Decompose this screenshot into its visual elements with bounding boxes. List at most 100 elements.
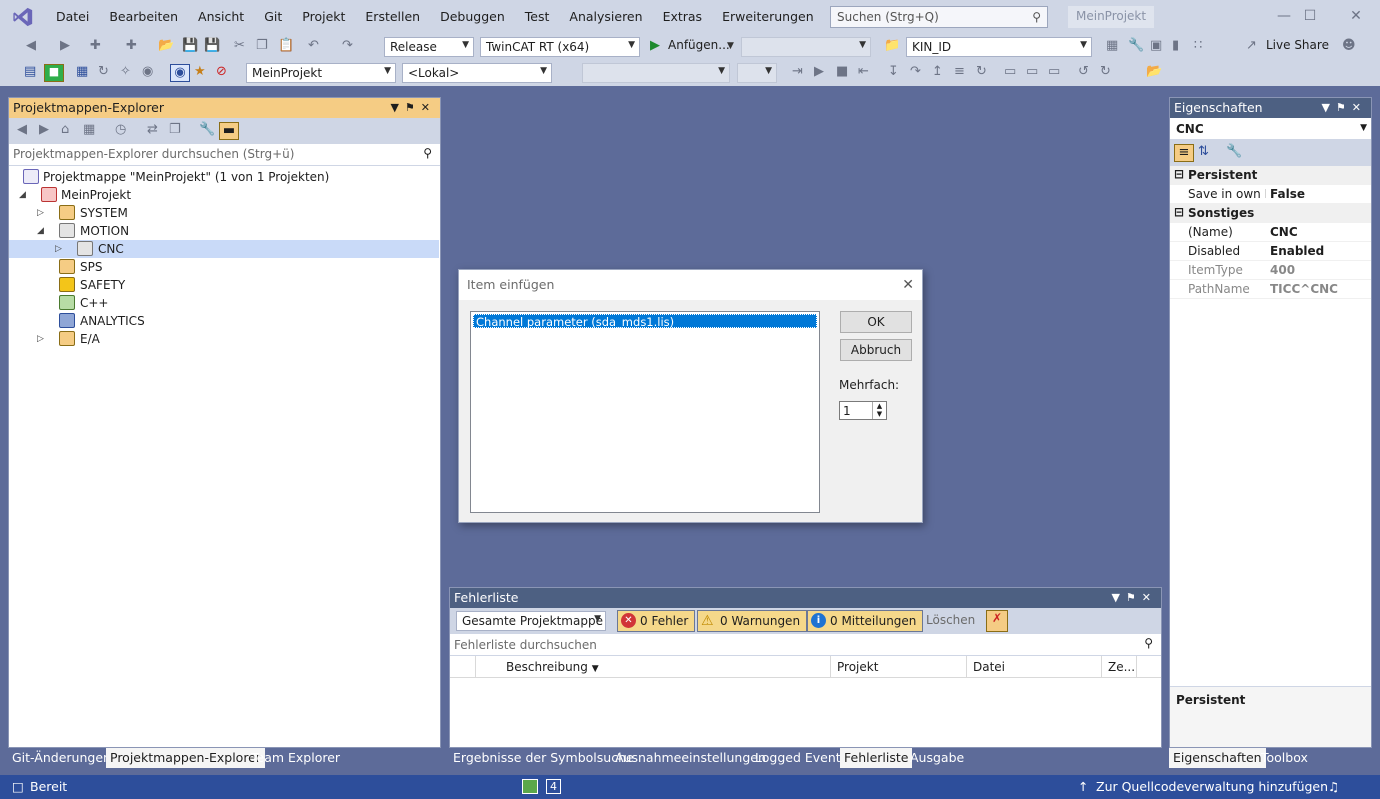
stepper-down-icon[interactable]: ▼: [872, 410, 886, 419]
stepper-up-icon[interactable]: ▲: [872, 402, 886, 410]
expand-arrow-icon[interactable]: ▷: [37, 204, 44, 222]
tab-logged-events[interactable]: Logged Events: [751, 748, 851, 768]
sync-icon[interactable]: ⇄: [147, 122, 158, 140]
live-share-button[interactable]: Live Share: [1266, 38, 1329, 56]
tab-git-changes[interactable]: Git-Änderungen: [8, 748, 115, 768]
menu-erweiterungen[interactable]: Erweiterungen: [712, 0, 824, 34]
property-row[interactable]: ItemType 400: [1170, 261, 1371, 280]
property-category-persistent[interactable]: ⊟ Persistent: [1170, 166, 1371, 185]
save-all-icon[interactable]: 💾: [204, 38, 220, 56]
project-select[interactable]: MeinProjekt ▼: [246, 63, 396, 83]
local-select[interactable]: <Lokal> ▼: [402, 63, 552, 83]
chevron-down-icon[interactable]: ▼: [727, 41, 734, 59]
add-to-source-control-button[interactable]: Zur Quellcodeverwaltung hinzufügen: [1096, 775, 1328, 799]
menu-projekt[interactable]: Projekt: [292, 0, 355, 34]
menu-ansicht[interactable]: Ansicht: [188, 0, 254, 34]
menu-debuggen[interactable]: Debuggen: [430, 0, 515, 34]
logout-icon[interactable]: ⊘: [216, 64, 227, 82]
error-search-input[interactable]: Fehlerliste durchsuchen ⚲: [450, 634, 1161, 656]
target-select[interactable]: KIN_ID ▼: [906, 37, 1092, 57]
clear-button[interactable]: Löschen: [926, 613, 975, 627]
tab-symbol-search[interactable]: Ergebnisse der Symbolsuche: [449, 748, 638, 768]
multiple-stepper[interactable]: 1 ▲ ▼: [839, 401, 887, 420]
undo-icon[interactable]: ↶: [308, 38, 319, 56]
play-icon[interactable]: ▶: [650, 38, 660, 56]
history-icon[interactable]: ◷: [115, 122, 126, 140]
categorized-icon[interactable]: ≡: [1174, 144, 1194, 162]
item-list[interactable]: Channel parameter (sda_mds1.lis): [470, 311, 820, 513]
tab-exception-settings[interactable]: Ausnahmeeinstellungen: [611, 748, 770, 768]
watch-icon[interactable]: ▭: [1004, 64, 1016, 82]
toggle-icon[interactable]: ◉: [142, 64, 153, 82]
tree-item-cpp[interactable]: C++: [9, 294, 439, 312]
column-description[interactable]: Beschreibung ▼: [476, 656, 831, 678]
tree-item-motion[interactable]: ◢ MOTION: [9, 222, 439, 240]
breakpoint-icon[interactable]: ↧: [888, 64, 899, 82]
collapse-arrow-icon[interactable]: ◢: [37, 222, 44, 240]
reset-icon[interactable]: ↻: [976, 64, 987, 82]
warnings-filter-button[interactable]: ⚠ 0 Warnungen: [697, 610, 808, 632]
step-in-icon[interactable]: ⇥: [792, 64, 803, 82]
tab-team-explorer[interactable]: Team Explorer: [247, 748, 344, 768]
tree-item-project[interactable]: ◢ MeinProjekt: [9, 186, 439, 204]
save-icon[interactable]: 💾: [182, 38, 198, 56]
redo-icon[interactable]: ↷: [342, 38, 353, 56]
tree-item-analytics[interactable]: ANALYTICS: [9, 312, 439, 330]
menu-test[interactable]: Test: [515, 0, 560, 34]
wrench-icon[interactable]: 🔧: [1128, 38, 1144, 56]
property-row[interactable]: Save in own Fil False: [1170, 185, 1371, 204]
search-input[interactable]: Suchen (Strg+Q) ⚲: [830, 6, 1048, 28]
watch-2-icon[interactable]: ▭: [1026, 64, 1038, 82]
maximize-icon[interactable]: ☐: [1300, 8, 1320, 26]
copy-icon[interactable]: ❐: [256, 38, 268, 56]
home-icon[interactable]: ⌂: [61, 122, 69, 140]
monitor-icon[interactable]: ▣: [1150, 38, 1162, 56]
tab-solution-explorer[interactable]: Projektmappen-Explorer: [106, 748, 266, 768]
ok-button[interactable]: OK: [840, 311, 912, 333]
panel-controls[interactable]: ▼⚑✕: [1321, 98, 1367, 118]
menu-datei[interactable]: Datei: [46, 0, 99, 34]
step-up-icon[interactable]: ↥: [932, 64, 943, 82]
forward-icon[interactable]: ▶: [60, 38, 70, 56]
continue-icon[interactable]: ▶: [814, 64, 824, 82]
tree-item-cnc[interactable]: ▷ CNC: [9, 240, 439, 258]
rotate-right-icon[interactable]: ↻: [1100, 64, 1111, 82]
cancel-button[interactable]: Abbruch: [840, 339, 912, 361]
menu-bearbeiten[interactable]: Bearbeiten: [99, 0, 188, 34]
menu-erstellen[interactable]: Erstellen: [355, 0, 430, 34]
activate-config-icon[interactable]: ■: [44, 64, 64, 82]
tree-item-safety[interactable]: SAFETY: [9, 276, 439, 294]
column-project[interactable]: Projekt: [831, 656, 967, 678]
restart-icon[interactable]: ↻: [98, 64, 109, 82]
property-row[interactable]: PathName TICC^CNC: [1170, 280, 1371, 299]
login-icon[interactable]: ★: [194, 64, 206, 82]
toolbox-icon[interactable]: ▮: [1172, 38, 1179, 56]
tree-item-solution[interactable]: Projektmappe "MeinProjekt" (1 von 1 Proj…: [9, 168, 439, 186]
tab-error-list[interactable]: Fehlerliste: [840, 748, 913, 768]
watch-3-icon[interactable]: ▭: [1048, 64, 1060, 82]
column-line[interactable]: Ze...: [1102, 656, 1137, 678]
cut-icon[interactable]: ✂: [234, 38, 245, 56]
add-item-icon[interactable]: ✚: [126, 38, 137, 56]
attach-button[interactable]: Anfügen...: [668, 38, 730, 56]
rotate-left-icon[interactable]: ↺: [1078, 64, 1089, 82]
list-item[interactable]: Channel parameter (sda_mds1.lis): [473, 314, 817, 329]
tab-properties[interactable]: Eigenschaften: [1169, 748, 1266, 768]
scope-select[interactable]: Gesamte Projektmappe ▼: [456, 611, 606, 631]
forward-icon[interactable]: ▶: [39, 122, 49, 140]
switch-view-icon[interactable]: ▦: [83, 122, 95, 140]
property-category-misc[interactable]: ⊟ Sonstiges: [1170, 204, 1371, 223]
back-icon[interactable]: ◀: [17, 122, 27, 140]
platform-select[interactable]: TwinCAT RT (x64) ▼: [480, 37, 640, 57]
chart-icon[interactable]: ▤: [24, 64, 36, 82]
property-row[interactable]: (Name) CNC: [1170, 223, 1371, 242]
collapse-icon[interactable]: ⊟: [1174, 165, 1184, 184]
properties-object-select[interactable]: CNC ▼: [1170, 118, 1371, 140]
filter-icon[interactable]: ✗: [986, 610, 1008, 632]
back-icon[interactable]: ◀: [26, 38, 36, 56]
new-project-icon[interactable]: ✚: [90, 38, 101, 56]
step-out-icon[interactable]: ⇤: [858, 64, 869, 82]
folder-icon[interactable]: 📁: [884, 38, 900, 56]
menu-extras[interactable]: Extras: [653, 0, 713, 34]
preview-icon[interactable]: ▬: [219, 122, 239, 140]
